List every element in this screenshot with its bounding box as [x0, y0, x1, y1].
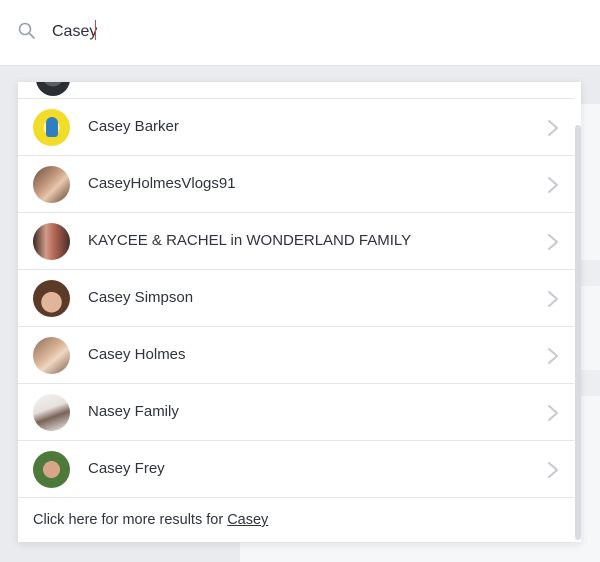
chevron-right-icon: [548, 462, 558, 478]
avatar: [33, 223, 70, 260]
search-icon: [18, 22, 35, 39]
search-results-dropdown: Casey Barker CaseyHolmesVlogs91 KAYCEE &…: [18, 82, 581, 542]
chevron-right-icon: [548, 120, 558, 136]
text-caret: [95, 20, 96, 40]
results-list: Casey Barker CaseyHolmesVlogs91 KAYCEE &…: [18, 99, 574, 498]
avatar: [33, 394, 70, 431]
more-results-text: Click here for more results for Casey: [33, 512, 268, 528]
chevron-right-icon: [548, 234, 558, 250]
result-name: Casey Frey: [88, 460, 165, 477]
result-name: KAYCEE & RACHEL in WONDERLAND FAMILY: [88, 232, 412, 249]
result-name: Casey Barker: [88, 118, 179, 135]
result-name: Nasey Family: [88, 403, 179, 420]
result-row[interactable]: CaseyHolmesVlogs91: [18, 156, 574, 213]
result-row[interactable]: Casey Barker: [18, 99, 574, 156]
chevron-right-icon: [548, 348, 558, 364]
chevron-right-icon: [548, 177, 558, 193]
background-panel-bottom: [240, 540, 600, 562]
search-input[interactable]: [52, 18, 352, 46]
result-name: Casey Simpson: [88, 289, 194, 306]
more-results-link[interactable]: Casey: [227, 512, 268, 528]
partially-hidden-result[interactable]: [18, 82, 574, 99]
avatar: [33, 337, 70, 374]
background-strip: [580, 260, 600, 286]
background-strip: [580, 370, 600, 396]
result-name: CaseyHolmesVlogs91: [88, 175, 236, 192]
result-row[interactable]: Casey Simpson: [18, 270, 574, 327]
search-bar: [0, 0, 600, 66]
avatar: [33, 451, 70, 488]
avatar: [33, 166, 70, 203]
result-row[interactable]: Casey Holmes: [18, 327, 574, 384]
more-results-prefix: Click here for more results for: [33, 512, 228, 528]
chevron-right-icon: [548, 291, 558, 307]
background-panel: [580, 104, 600, 562]
avatar: [33, 280, 70, 317]
result-row[interactable]: KAYCEE & RACHEL in WONDERLAND FAMILY: [18, 213, 574, 270]
result-row[interactable]: Casey Frey: [18, 441, 574, 498]
chevron-right-icon: [548, 405, 558, 421]
scrollbar-thumb[interactable]: [575, 125, 581, 540]
result-row[interactable]: Nasey Family: [18, 384, 574, 441]
more-results-row[interactable]: Click here for more results for Casey: [18, 499, 574, 542]
result-name: Casey Holmes: [88, 346, 186, 363]
avatar: [33, 109, 70, 146]
avatar: [36, 82, 70, 96]
